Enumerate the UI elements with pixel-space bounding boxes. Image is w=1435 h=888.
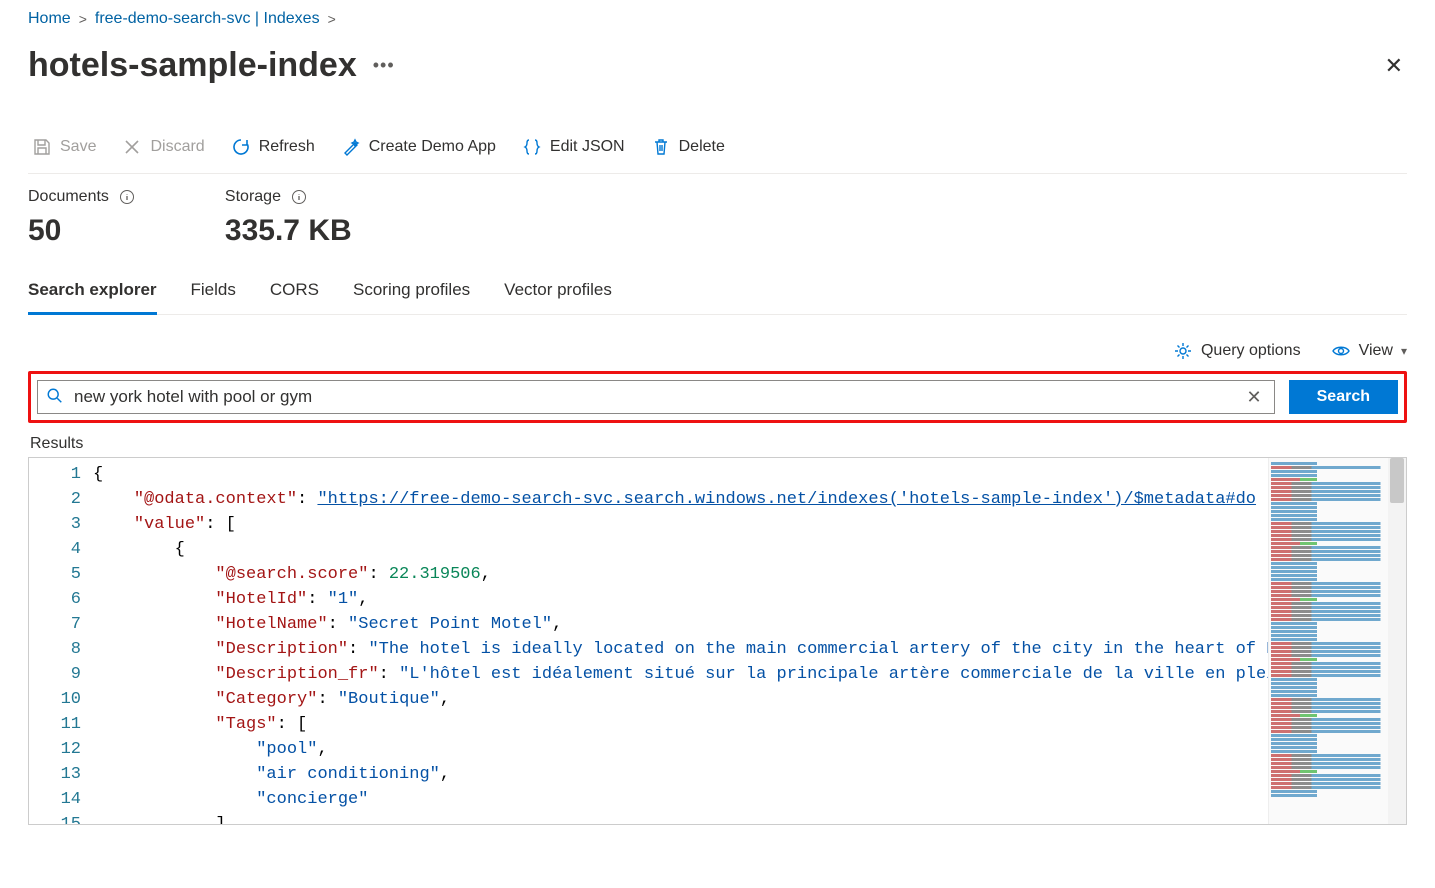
view-label: View <box>1359 342 1393 360</box>
results-label: Results <box>28 435 1407 453</box>
toolbar: Save Discard Refresh Create Demo App Edi… <box>28 125 1407 174</box>
search-icon <box>46 387 64 408</box>
storage-label: Storage <box>225 188 281 206</box>
search-row-highlight: ✕ Search <box>28 371 1407 423</box>
discard-label: Discard <box>150 138 204 156</box>
search-box: ✕ <box>37 380 1275 414</box>
view-dropdown[interactable]: View ▾ <box>1331 341 1407 361</box>
delete-label: Delete <box>679 138 725 156</box>
search-input[interactable] <box>74 387 1243 407</box>
breadcrumb: Home > free-demo-search-svc | Indexes > <box>28 10 1407 28</box>
view-icon <box>1331 341 1351 361</box>
minimap[interactable] <box>1268 458 1388 824</box>
tabs: Search explorer Fields CORS Scoring prof… <box>28 280 1407 315</box>
create-demo-button[interactable]: Create Demo App <box>337 135 500 159</box>
page-title: hotels-sample-index <box>28 46 357 85</box>
line-gutter: 123456789101112131415 <box>29 458 93 824</box>
clear-search-button[interactable]: ✕ <box>1243 387 1266 408</box>
close-button[interactable]: ✕ <box>1381 49 1407 83</box>
tab-vector-profiles[interactable]: Vector profiles <box>504 280 612 314</box>
chevron-right-icon: > <box>328 11 336 27</box>
query-options-button[interactable]: Query options <box>1173 341 1301 361</box>
search-button[interactable]: Search <box>1289 380 1398 414</box>
discard-button[interactable]: Discard <box>118 135 208 159</box>
close-icon <box>122 137 142 157</box>
wand-icon <box>341 137 361 157</box>
documents-stat: Documents 50 <box>28 188 135 248</box>
gear-icon <box>1173 341 1193 361</box>
refresh-button[interactable]: Refresh <box>227 135 319 159</box>
refresh-label: Refresh <box>259 138 315 156</box>
tab-search-explorer[interactable]: Search explorer <box>28 280 157 314</box>
save-label: Save <box>60 138 96 156</box>
save-button[interactable]: Save <box>28 135 100 159</box>
save-icon <box>32 137 52 157</box>
json-results[interactable]: { "@odata.context": "https://free-demo-s… <box>93 458 1268 824</box>
storage-stat: Storage 335.7 KB <box>225 188 352 248</box>
tab-fields[interactable]: Fields <box>191 280 236 314</box>
edit-json-button[interactable]: Edit JSON <box>518 135 629 159</box>
documents-value: 50 <box>28 214 135 248</box>
info-icon[interactable] <box>119 189 135 205</box>
tab-cors[interactable]: CORS <box>270 280 319 314</box>
scrollbar-thumb[interactable] <box>1390 458 1404 503</box>
documents-label: Documents <box>28 188 109 206</box>
create-demo-label: Create Demo App <box>369 138 496 156</box>
refresh-icon <box>231 137 251 157</box>
more-actions-button[interactable]: ••• <box>373 55 395 76</box>
chevron-down-icon: ▾ <box>1401 344 1407 358</box>
breadcrumb-home[interactable]: Home <box>28 10 71 28</box>
chevron-right-icon: > <box>79 11 87 27</box>
delete-button[interactable]: Delete <box>647 135 729 159</box>
storage-value: 335.7 KB <box>225 214 352 248</box>
trash-icon <box>651 137 671 157</box>
results-editor: 123456789101112131415 { "@odata.context"… <box>28 457 1407 825</box>
info-icon[interactable] <box>291 189 307 205</box>
scrollbar[interactable] <box>1388 458 1406 824</box>
tab-scoring-profiles[interactable]: Scoring profiles <box>353 280 470 314</box>
edit-json-label: Edit JSON <box>550 138 625 156</box>
query-options-label: Query options <box>1201 342 1301 360</box>
braces-icon <box>522 137 542 157</box>
breadcrumb-service[interactable]: free-demo-search-svc | Indexes <box>95 10 320 28</box>
